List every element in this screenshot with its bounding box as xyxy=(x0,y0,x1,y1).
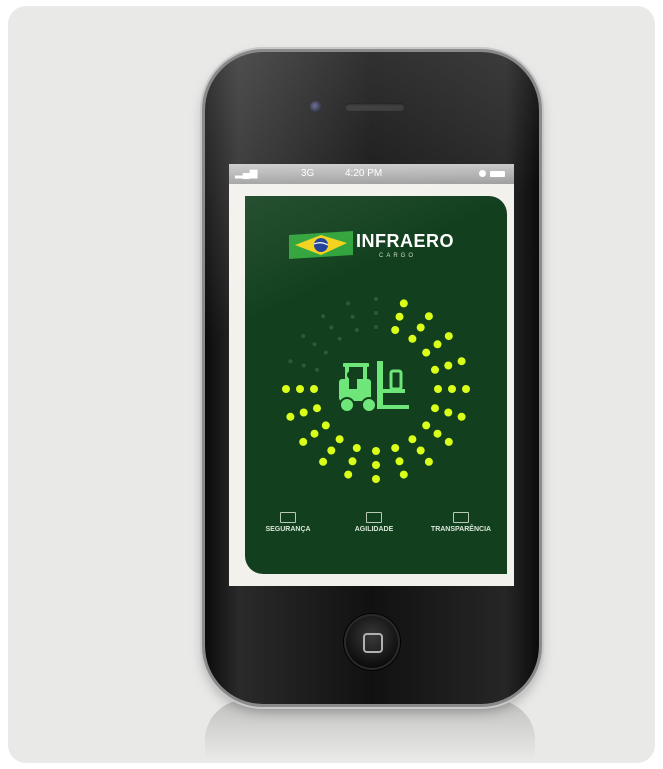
loading-dot xyxy=(312,342,317,347)
loading-dot xyxy=(448,385,456,393)
loading-dot xyxy=(444,361,453,370)
loading-dot xyxy=(301,334,306,339)
loading-dot xyxy=(337,336,342,341)
loading-dot xyxy=(323,350,328,355)
loading-dot xyxy=(424,312,433,321)
loading-dot xyxy=(282,385,290,393)
loading-dot xyxy=(374,297,378,301)
infraero-logo: INFRAERO CARGO xyxy=(289,229,479,269)
loading-dot xyxy=(335,435,344,444)
loading-dot xyxy=(395,312,404,321)
loading-dot xyxy=(416,323,425,332)
logo-subtext: CARGO xyxy=(379,253,417,259)
network-type: 3G xyxy=(301,168,315,179)
menu-item-transparencia[interactable]: TRANSPARÊNCIA xyxy=(421,512,501,533)
loading-dot xyxy=(321,421,330,430)
loading-dot xyxy=(372,461,380,469)
logo-text: INFRAERO xyxy=(356,231,454,251)
loading-dot xyxy=(319,457,328,466)
loading-dot xyxy=(374,325,378,329)
front-camera xyxy=(310,101,322,113)
loading-dot xyxy=(313,404,321,413)
loading-dot xyxy=(444,408,453,417)
loading-dot xyxy=(374,311,378,315)
loading-dot xyxy=(431,365,439,374)
battery-icon xyxy=(490,171,505,177)
loading-dot xyxy=(372,447,380,455)
loading-dot xyxy=(352,444,361,452)
loading-dot xyxy=(433,429,442,438)
home-square-icon xyxy=(363,633,383,653)
loading-dot xyxy=(444,332,453,341)
loading-dot xyxy=(327,446,336,455)
loading-dot xyxy=(433,340,442,349)
eye-icon xyxy=(453,512,469,523)
loading-dot xyxy=(424,457,433,466)
loading-dot xyxy=(399,470,408,479)
loading-dot xyxy=(462,385,470,393)
loading-dot xyxy=(344,470,353,479)
status-bar: ▂▄▆ 3G 4:20 PM xyxy=(229,164,514,184)
loading-dot xyxy=(422,348,431,357)
loading-dot xyxy=(372,475,380,483)
timer-icon xyxy=(366,512,382,523)
loading-dots-ring xyxy=(282,297,470,483)
forklift-icon xyxy=(339,361,409,413)
loading-dot xyxy=(299,437,308,446)
loading-dot xyxy=(391,444,400,452)
loading-dot xyxy=(296,385,304,393)
loading-dot xyxy=(288,359,293,364)
loading-dot xyxy=(350,314,355,319)
loading-dot xyxy=(457,412,466,421)
home-button[interactable] xyxy=(344,614,400,670)
loading-dot xyxy=(315,367,319,372)
loading-dot xyxy=(286,412,295,421)
loading-dot xyxy=(399,299,408,308)
loading-dot xyxy=(354,328,359,332)
loading-dot xyxy=(329,325,334,330)
loading-dot xyxy=(321,314,326,319)
signal-icon: ▂▄▆ xyxy=(235,168,258,179)
loading-dot xyxy=(346,301,351,306)
loading-dot xyxy=(416,446,425,455)
bluetooth-icon xyxy=(479,170,486,177)
loading-dot xyxy=(408,435,417,444)
menu-label: TRANSPARÊNCIA xyxy=(430,526,492,533)
loading-dot xyxy=(348,457,357,466)
loading-dot xyxy=(434,385,442,393)
menu-label: AGILIDADE xyxy=(354,526,394,533)
loading-dots xyxy=(282,297,470,483)
loading-dot xyxy=(310,385,318,393)
status-time: 4:20 PM xyxy=(345,168,383,179)
loading-dot xyxy=(391,326,400,334)
menu-label: SEGURANÇA xyxy=(265,526,311,533)
loading-dot xyxy=(310,429,319,438)
brazil-flag-icon xyxy=(289,231,353,259)
loading-dot xyxy=(301,363,306,368)
phone-reflection xyxy=(205,700,535,760)
menu-item-agilidade[interactable]: AGILIDADE xyxy=(343,512,405,533)
shield-grid-icon xyxy=(280,512,296,523)
loading-dot xyxy=(431,404,439,413)
splash-panel: INFRAERO CARGO SEGURANÇA AGILIDADE TRANS… xyxy=(245,196,507,574)
phone-screen: ▂▄▆ 3G 4:20 PM INFRAERO CARGO SEGURANÇA … xyxy=(229,164,514,586)
earpiece-speaker xyxy=(345,103,405,111)
loading-dot xyxy=(395,457,404,466)
menu-item-seguranca[interactable]: SEGURANÇA xyxy=(257,512,319,533)
loading-dot xyxy=(299,408,308,417)
loading-dot xyxy=(408,334,417,343)
loading-dot xyxy=(422,421,431,430)
loading-dot xyxy=(444,437,453,446)
loading-dot xyxy=(457,357,466,366)
